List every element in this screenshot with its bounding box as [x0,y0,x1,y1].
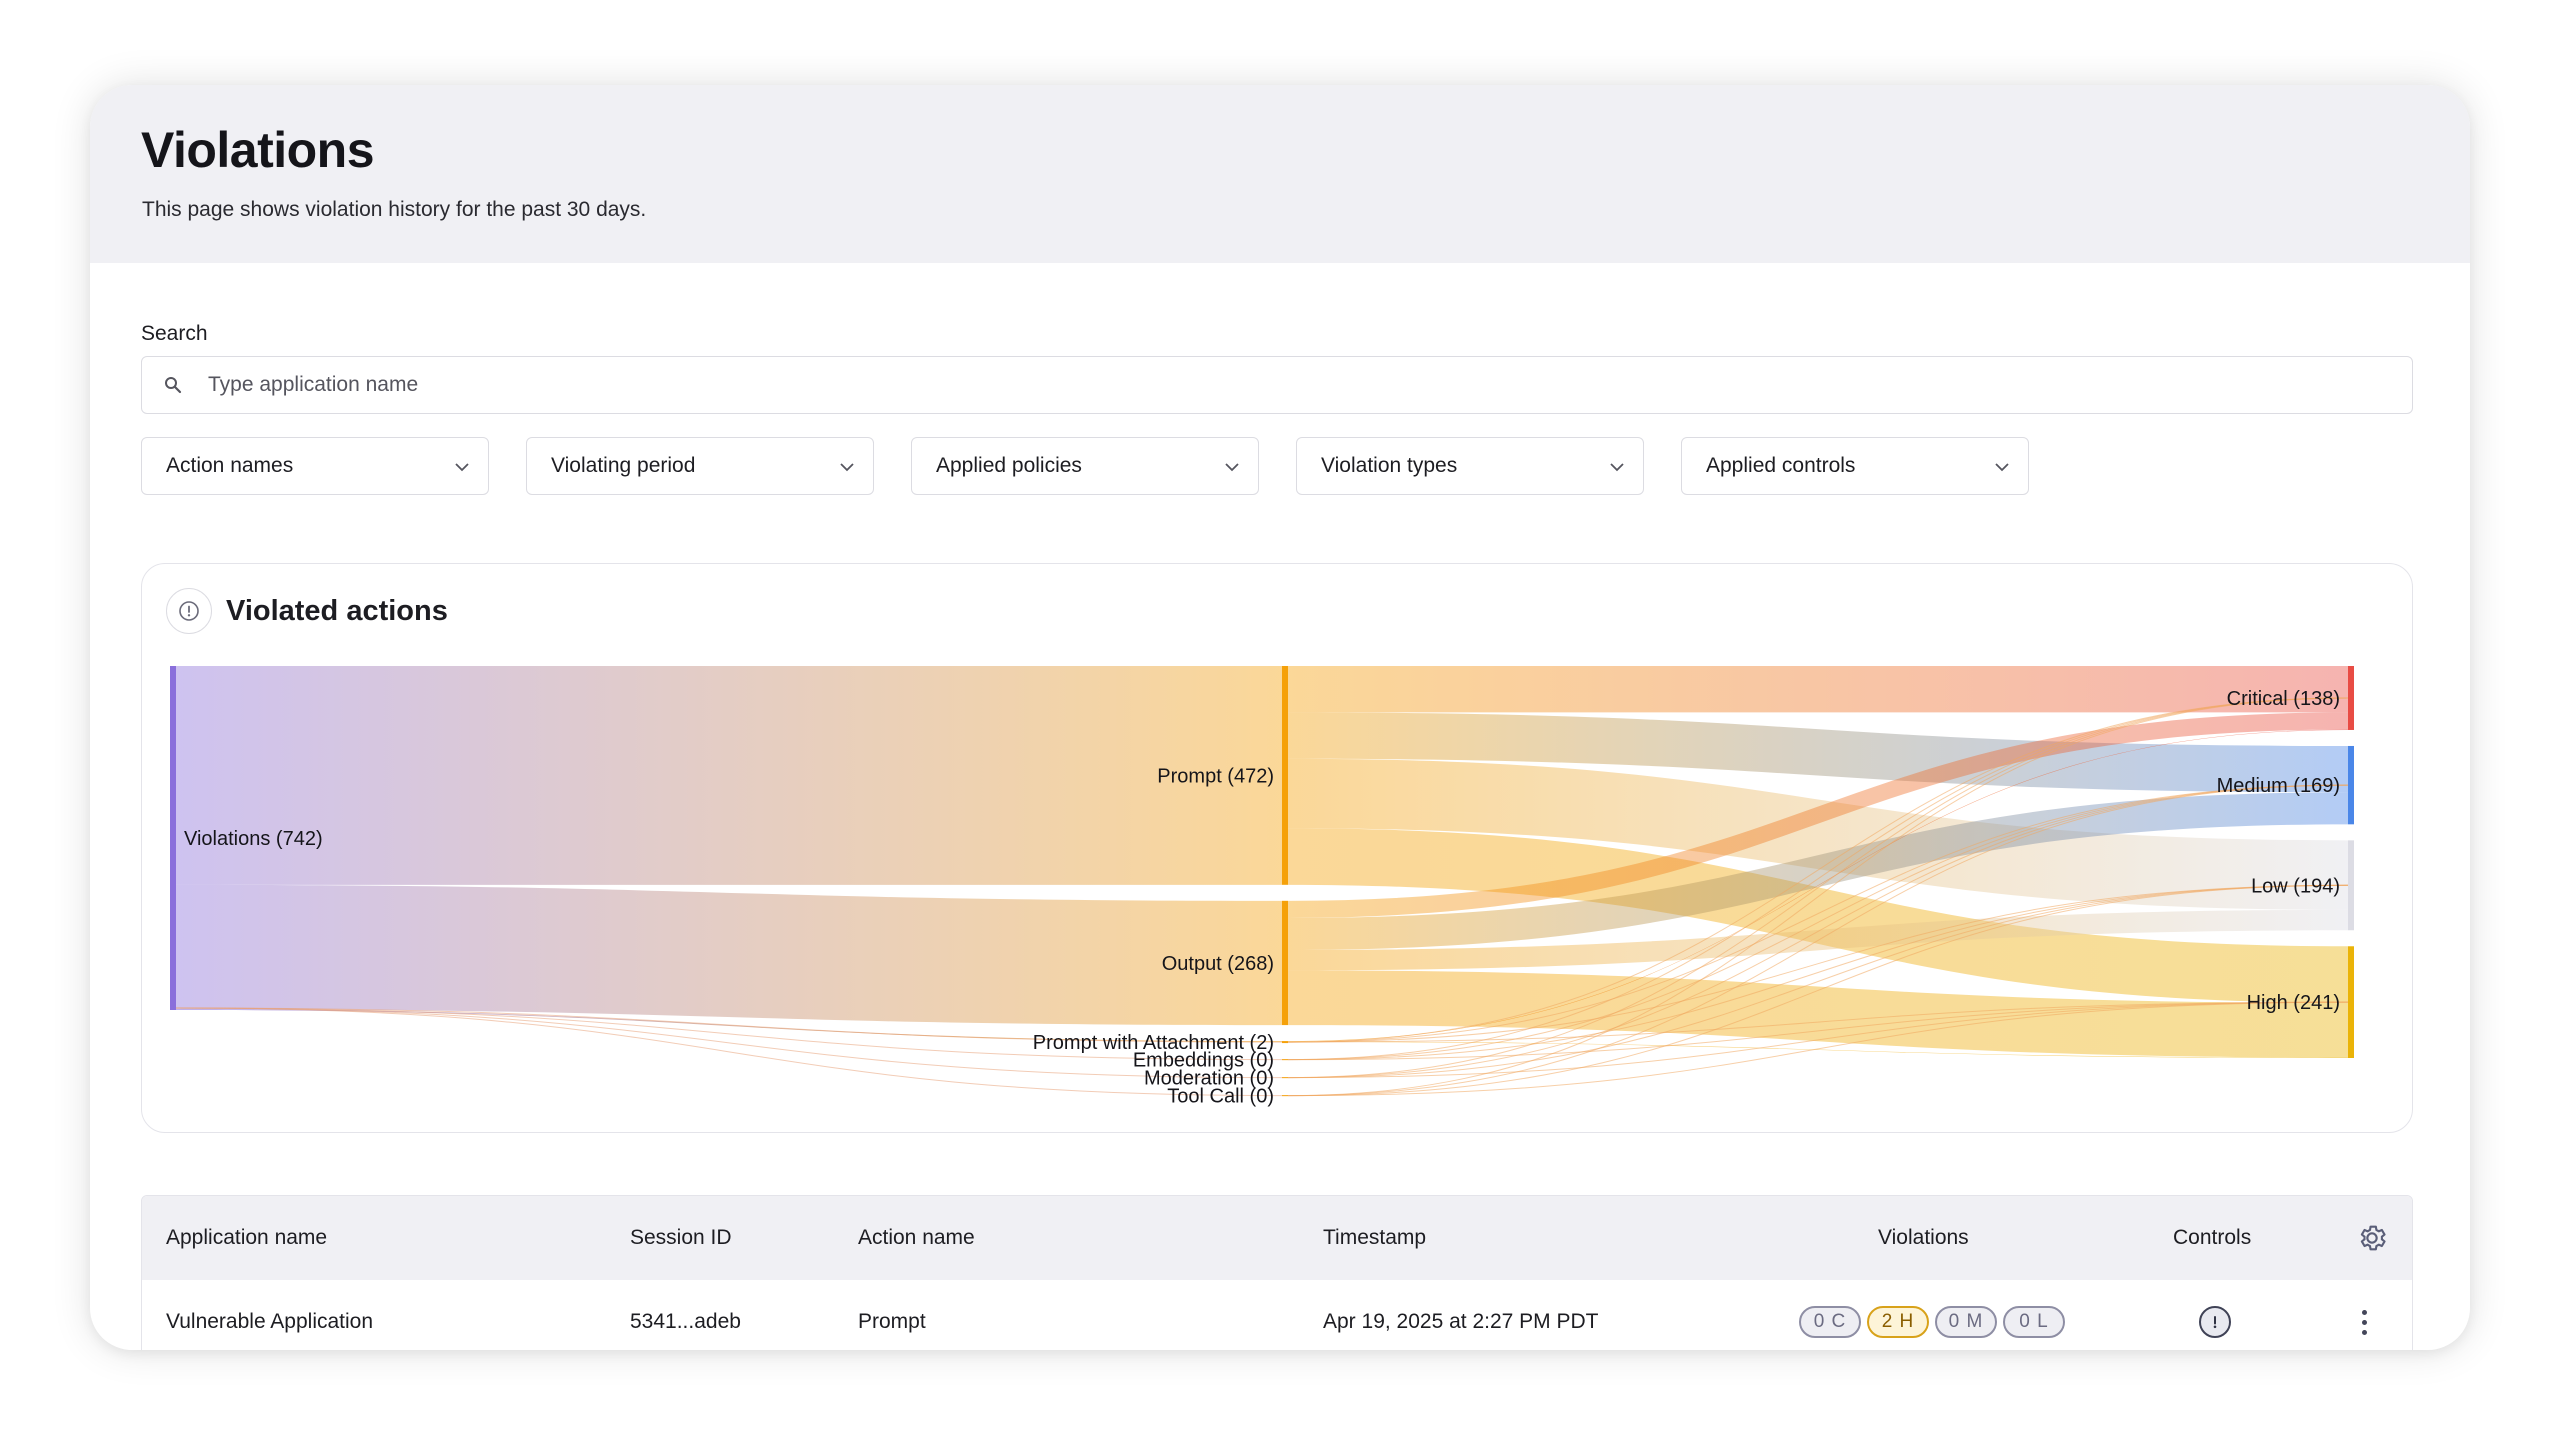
sankey-node-prompt_attach[interactable] [1282,1041,1288,1044]
page-subtitle: This page shows violation history for th… [142,198,647,221]
gear-icon[interactable] [2356,1196,2388,1280]
app-window: Violations This page shows violation his… [90,85,2470,1350]
filter-violation-types[interactable]: Violation types [1296,437,1644,495]
filter-action-names[interactable]: Action names [141,437,489,495]
info-icon[interactable] [166,588,212,634]
sankey-label-violations: Violations (742) [184,828,323,850]
filter-label: Applied policies [936,454,1082,477]
chevron-down-icon [1609,454,1625,478]
table-header: Application name Session ID Action name … [142,1196,2412,1280]
filter-applied-controls[interactable]: Applied controls [1681,437,2029,495]
sankey-label-low: Low (194) [2251,875,2340,897]
sankey-chart: Violations (742) Prompt (472) Output (268)… [170,666,2354,1108]
sankey-node-critical[interactable] [2348,666,2354,730]
card-header: Violated actions [166,588,448,634]
badge-high: 2 H [1867,1306,1929,1338]
cell-action-name: Prompt [858,1310,926,1333]
cell-application: Vulnerable Application [166,1310,374,1333]
card-title: Violated actions [226,594,448,627]
sankey-label-output: Output (268) [1162,953,1274,975]
column-header-timestamp[interactable]: Timestamp [1323,1196,1426,1280]
more-vertical-icon [2362,1309,2367,1335]
column-header-application[interactable]: Application name [166,1196,327,1280]
column-header-violations[interactable]: Violations [1878,1196,1969,1280]
sankey-node-toolcall[interactable] [1282,1095,1288,1097]
search-input[interactable] [208,357,2412,413]
sankey-link[interactable] [176,884,1282,1026]
row-menu-button[interactable] [2362,1280,2367,1350]
chevron-down-icon [1224,454,1240,478]
violations-table: Application name Session ID Action name … [141,1195,2413,1350]
filter-label: Violation types [1321,454,1458,477]
sankey-node-prompt[interactable] [1282,666,1288,885]
sankey-node-violations[interactable] [170,666,176,1010]
sankey-node-medium[interactable] [2348,745,2354,825]
chevron-down-icon [839,454,855,478]
violated-actions-card: Violations (742) Prompt (472) Output (268)… [141,563,2413,1133]
page-title: Violations [141,122,375,178]
filter-label: Action names [166,454,294,477]
sankey-node-embeddings[interactable] [1282,1059,1288,1061]
table-row[interactable]: Vulnerable Application 5341...adeb Promp… [142,1280,2412,1350]
sankey-node-low[interactable] [2348,840,2354,931]
alert-circle-icon[interactable] [2199,1306,2231,1338]
sankey-link[interactable] [1288,666,2348,713]
sankey-node-output[interactable] [1282,900,1288,1026]
filter-label: Violating period [551,454,696,477]
column-header-controls[interactable]: Controls [2173,1196,2251,1280]
sankey-link[interactable] [176,666,1282,885]
filter-applied-policies[interactable]: Applied policies [911,437,1259,495]
chevron-down-icon [1994,454,2010,478]
page-header: Violations This page shows violation his… [90,85,2470,263]
search-box[interactable] [141,356,2413,414]
search-label: Search [141,322,208,345]
chevron-down-icon [454,454,470,478]
sankey-label-medium: Medium (169) [2217,775,2340,797]
badge-low: 0 L [2003,1306,2065,1338]
column-header-session-id[interactable]: Session ID [630,1196,732,1280]
filter-violating-period[interactable]: Violating period [526,437,874,495]
cell-timestamp: Apr 19, 2025 at 2:27 PM PDT [1323,1310,1599,1333]
column-header-action-name[interactable]: Action name [858,1196,975,1280]
sankey-label-high: High (241) [2247,992,2340,1014]
cell-session-id: 5341...adeb [630,1310,741,1333]
search-icon [164,376,208,394]
sankey-label-toolcall: Tool Call (0) [1167,1086,1274,1108]
sankey-node-moderation[interactable] [1282,1077,1288,1079]
sankey-node-high[interactable] [2348,946,2354,1058]
badge-critical: 0 C [1799,1306,1861,1338]
sankey-label-critical: Critical (138) [2227,688,2340,710]
cell-controls [2199,1280,2231,1350]
badge-medium: 0 M [1935,1306,1997,1338]
filter-label: Applied controls [1706,454,1856,477]
sankey-label-prompt: Prompt (472) [1157,765,1274,787]
cell-violations: 0 C 2 H 0 M 0 L [1799,1280,2065,1350]
